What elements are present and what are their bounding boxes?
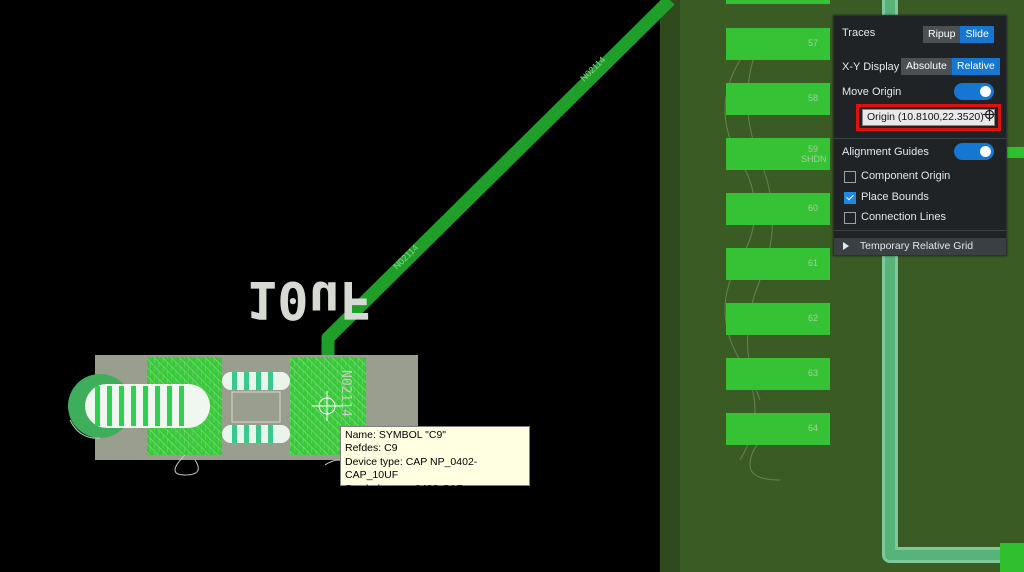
traces-slide-button[interactable]: Slide [960,26,994,43]
toggle-knob [980,86,991,97]
pin-number: 64 [808,423,819,433]
component-origin-checkbox[interactable] [844,171,856,183]
crosshair-icon[interactable] [983,108,996,121]
move-origin-toggle[interactable] [954,83,994,100]
toggle-knob [980,146,991,157]
traces-mode-toggle: Ripup Slide [923,26,994,43]
origin-highlight-box: Origin (10.8100,22.3520) [856,104,1001,131]
xy-display-label: X-Y Display [842,61,900,73]
temporary-relative-grid-label: Temporary Relative Grid [859,240,974,252]
xy-absolute-button[interactable]: Absolute [901,58,952,75]
alignment-guides-toggle[interactable] [954,143,994,160]
place-bounds-checkbox[interactable] [844,192,856,204]
pin-number: 58 [808,93,819,103]
board-edge-strip [660,0,680,572]
pin-number: 59 [808,144,819,154]
symbol-tooltip: Name: SYMBOL "C9" Refdes: C9 Device type… [340,426,530,495]
ic-pad[interactable] [726,0,830,4]
origin-coordinate-field[interactable]: Origin (10.8100,22.3520) [862,109,995,126]
pin-function-label: SHDN [801,154,827,164]
traces-label: Traces [842,27,876,39]
xy-relative-button[interactable]: Relative [951,58,1000,75]
move-options-panel: Traces Ripup Slide X-Y Display Absolute … [833,15,1007,256]
move-origin-label: Move Origin [842,86,902,98]
pin-number: 61 [808,258,819,268]
pin-number: 62 [808,313,819,323]
pin-number: 60 [808,203,819,213]
net-trace-n02114[interactable] [321,0,675,358]
pin-number: 57 [808,38,819,48]
place-bounds-label: Place Bounds [861,191,929,203]
part-value-label: 10uF [246,269,371,329]
tooltip-name: Name: SYMBOL "C9" [345,429,447,441]
pin-number: 63 [808,368,819,378]
connection-lines-label: Connection Lines [861,211,947,223]
alignment-guides-label: Alignment Guides [842,146,929,158]
divider [834,230,1006,231]
tooltip-device-type: Device type: CAP NP_0402-CAP_10UF [345,455,478,482]
divider [834,138,1006,139]
temporary-relative-grid-expander[interactable]: Temporary Relative Grid [834,238,1006,255]
tooltip-symbol-name: Symbol name: 0402-CAP [345,482,464,495]
connection-lines-checkbox[interactable] [844,212,856,224]
traces-ripup-button[interactable]: Ripup [923,26,961,43]
expand-arrow-icon [843,242,849,251]
component-origin-label: Component Origin [861,170,951,182]
xy-display-toggle: Absolute Relative [901,58,1000,75]
tooltip-refdes: Refdes: C9 [345,442,398,455]
component-net-text: N02114 [338,370,353,417]
